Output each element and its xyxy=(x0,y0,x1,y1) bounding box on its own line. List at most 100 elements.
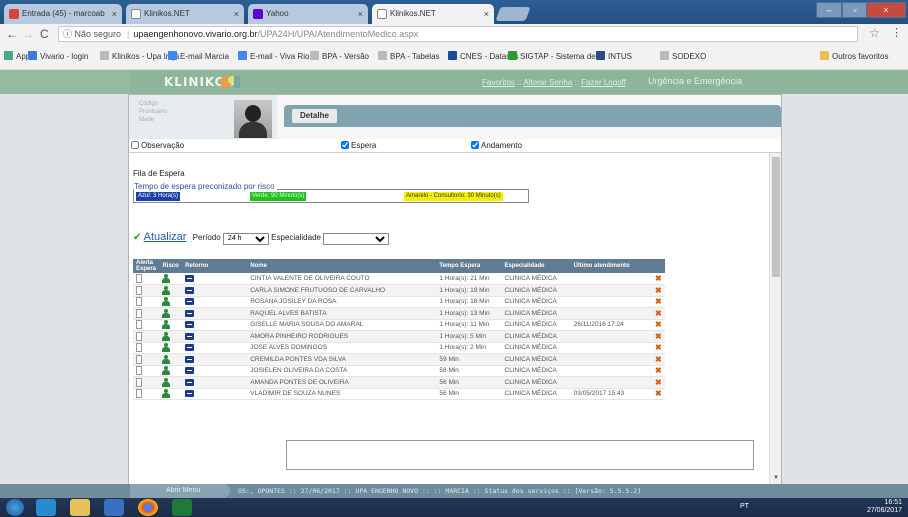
person-icon[interactable] xyxy=(162,389,171,399)
maximize-button[interactable]: ▫ xyxy=(842,2,868,18)
bookmark-item[interactable]: BPA - Tabelas xyxy=(378,51,440,61)
table-row[interactable]: ROSANA JOSILEY DA ROSA 1 Hora(s): 18 Min C… xyxy=(133,296,665,308)
observacao-check[interactable] xyxy=(131,141,139,149)
person-icon[interactable] xyxy=(162,285,171,295)
document-icon[interactable] xyxy=(136,366,142,376)
table-row[interactable]: VLADIMIR DE SOUZA NUNES 56 Min CLINICA MÉD… xyxy=(133,388,665,400)
document-icon[interactable] xyxy=(136,285,142,295)
back-icon[interactable]: ← xyxy=(6,26,18,42)
table-row[interactable]: CINTIA VALENTE DE OLIVEIRA COUTO 1 Hora(s… xyxy=(133,273,665,285)
document-icon[interactable] xyxy=(136,331,142,341)
media-icon[interactable] xyxy=(104,499,124,516)
close-icon[interactable]: × xyxy=(234,4,239,24)
andamento-check[interactable] xyxy=(471,141,479,149)
person-icon[interactable] xyxy=(162,354,171,364)
espera-checkbox[interactable]: Espera xyxy=(341,141,376,150)
table-row[interactable]: JOSE ALVES DOMINGOS 1 Hora(s): 2 Min CLINI… xyxy=(133,342,665,354)
language-indicator[interactable]: PT xyxy=(740,503,749,510)
forward-patient-icon[interactable] xyxy=(185,344,195,352)
person-icon[interactable] xyxy=(162,331,171,341)
period-select[interactable]: 24 h xyxy=(222,232,269,245)
window-close-button[interactable]: × xyxy=(866,2,906,18)
clock[interactable]: 16:51 27/06/2017 xyxy=(867,499,902,515)
reload-icon[interactable]: C xyxy=(40,26,49,42)
remove-icon[interactable]: ✖ xyxy=(655,297,662,306)
bookmark-item[interactable]: BPA - Versão xyxy=(310,51,369,61)
browser-tab-klinikos-active[interactable]: Klinikos.NET × xyxy=(372,4,494,24)
andamento-checkbox[interactable]: Andamento xyxy=(471,141,522,150)
remove-icon[interactable]: ✖ xyxy=(655,343,662,352)
browser-tab-klinikos-1[interactable]: Klinikos.NET × xyxy=(126,4,244,24)
close-icon[interactable]: × xyxy=(358,4,363,24)
forward-patient-icon[interactable] xyxy=(185,367,195,375)
forward-patient-icon[interactable] xyxy=(185,286,195,294)
alterar-senha-link[interactable]: Alterar Senha xyxy=(523,78,572,87)
document-icon[interactable] xyxy=(136,297,142,307)
browser-tab-yahoo[interactable]: Yahoo × xyxy=(248,4,368,24)
url-input[interactable]: ⓘ Não seguro | upaengenhonovo.vivario.org.… xyxy=(58,26,858,42)
document-icon[interactable] xyxy=(136,274,142,283)
bookmark-item[interactable]: SIGTAP - Sistema de xyxy=(508,51,596,61)
remove-icon[interactable]: ✖ xyxy=(655,378,662,387)
remove-icon[interactable]: ✖ xyxy=(655,309,662,318)
logoff-link[interactable]: Fazer Logoff xyxy=(581,78,626,87)
table-row[interactable]: RAQUEL ALVES BATISTA 1 Hora(s): 13 Min CLI… xyxy=(133,307,665,320)
vertical-scrollbar[interactable]: ▼ xyxy=(769,153,781,485)
observacao-checkbox[interactable]: Observação xyxy=(131,141,184,150)
remove-icon[interactable]: ✖ xyxy=(655,320,662,329)
bookmark-item[interactable]: Outros favoritos xyxy=(820,51,888,61)
document-icon[interactable] xyxy=(136,343,142,353)
table-row[interactable]: JOSIELEN OLIVEIRA DA COSTA 58 Min CLINICA … xyxy=(133,365,665,377)
table-row[interactable]: AMORA PINHEIRO RODRIGUES 1 Hora(s): 5 Min… xyxy=(133,330,665,343)
close-icon[interactable]: × xyxy=(484,4,489,24)
specialty-select[interactable] xyxy=(323,232,390,245)
tab-detalhe[interactable]: Detalhe xyxy=(292,109,337,123)
browser-tab-gmail[interactable]: Entrada (45) - marcoab × xyxy=(4,4,122,24)
table-row[interactable]: AMANDA PONTES DE OLIVEIRA 56 Min CLINICA M… xyxy=(133,376,665,389)
chrome-icon[interactable] xyxy=(138,499,158,516)
remove-icon[interactable]: ✖ xyxy=(655,355,662,364)
person-icon[interactable] xyxy=(162,343,171,353)
start-icon[interactable] xyxy=(6,499,24,516)
document-icon[interactable] xyxy=(136,320,142,330)
remove-icon[interactable]: ✖ xyxy=(655,389,662,398)
bookmark-item[interactable]: E-mail - Viva Rio xyxy=(238,51,309,61)
remove-icon[interactable]: ✖ xyxy=(655,274,662,283)
minimize-button[interactable]: – xyxy=(816,2,842,18)
person-icon[interactable] xyxy=(162,377,171,387)
excel-icon[interactable] xyxy=(172,499,192,516)
bookmark-item[interactable]: INTUS xyxy=(596,51,632,61)
abrir-menu-button[interactable]: Abrir Menu xyxy=(130,484,230,498)
bookmark-item[interactable]: SODEXO xyxy=(660,51,706,61)
forward-patient-icon[interactable] xyxy=(185,390,195,398)
forward-patient-icon[interactable] xyxy=(185,298,195,306)
document-icon[interactable] xyxy=(136,308,142,318)
table-row[interactable]: CARLA SIMONE FRUTUOSO DE CARVALHO 1 Hora(… xyxy=(133,284,665,297)
ie-icon[interactable] xyxy=(36,499,56,516)
person-icon[interactable] xyxy=(162,297,171,307)
espera-check[interactable] xyxy=(341,141,349,149)
remove-icon[interactable]: ✖ xyxy=(655,286,662,295)
forward-patient-icon[interactable] xyxy=(185,332,195,340)
person-icon[interactable] xyxy=(162,320,171,330)
bookmark-item[interactable]: Vivario - login xyxy=(28,51,88,61)
person-icon[interactable] xyxy=(162,274,171,283)
bookmark-star-icon[interactable]: ☆ xyxy=(869,26,880,40)
scroll-down-icon[interactable]: ▼ xyxy=(773,475,779,481)
forward-patient-icon[interactable] xyxy=(185,309,195,317)
forward-patient-icon[interactable] xyxy=(185,321,195,329)
atualizar-link[interactable]: Atualizar xyxy=(144,231,187,243)
forward-icon[interactable]: → xyxy=(22,26,34,42)
forward-patient-icon[interactable] xyxy=(185,355,195,363)
bookmark-item[interactable]: E-mail Marcia xyxy=(168,51,229,61)
table-row[interactable]: GISELLE MARIA SOUSA DO AMARAL 1 Hora(s): … xyxy=(133,319,665,331)
remove-icon[interactable]: ✖ xyxy=(655,332,662,341)
document-icon[interactable] xyxy=(136,377,142,387)
table-row[interactable]: CREMILDA PONTES VDA SILVA 59 Min CLINICA M… xyxy=(133,353,665,366)
person-icon[interactable] xyxy=(162,366,171,376)
explorer-icon[interactable] xyxy=(70,499,90,516)
forward-patient-icon[interactable] xyxy=(185,274,195,282)
close-icon[interactable]: × xyxy=(112,4,117,24)
browser-menu-icon[interactable]: ⋮ xyxy=(891,26,902,39)
favoritos-link[interactable]: Favoritos xyxy=(482,78,515,87)
